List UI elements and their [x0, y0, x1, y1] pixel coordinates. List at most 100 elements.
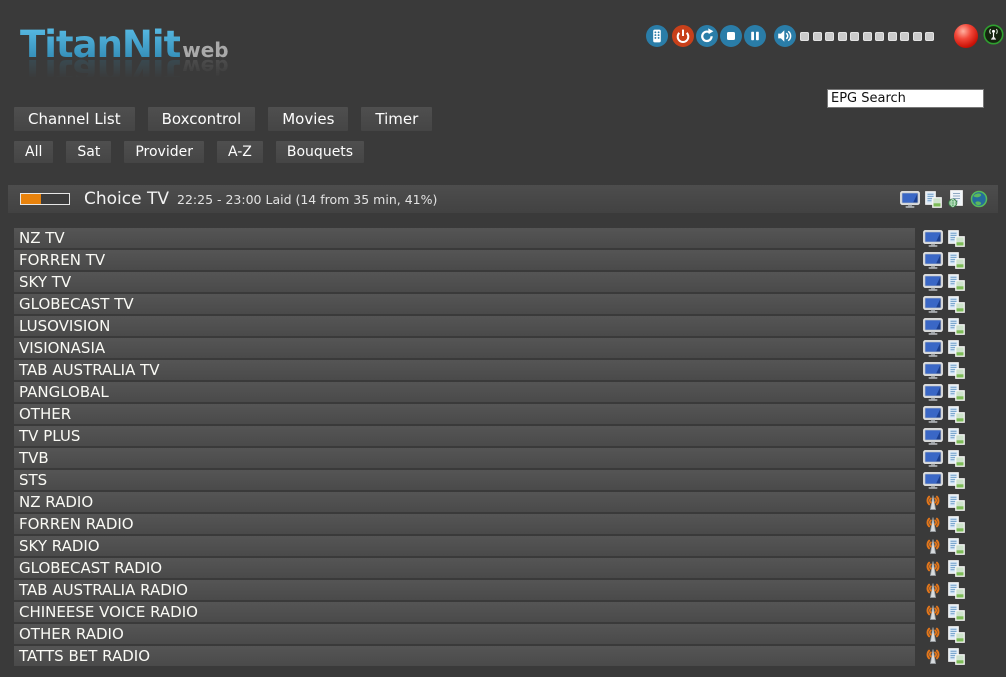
volume-segment[interactable]	[800, 32, 809, 41]
copy-icon[interactable]	[948, 604, 965, 621]
channel-name[interactable]: OTHER RADIO	[14, 624, 915, 644]
tv-icon[interactable]	[923, 428, 943, 445]
copy-icon[interactable]	[948, 494, 965, 511]
volume-segment[interactable]	[913, 32, 922, 41]
copy-icon[interactable]	[948, 428, 965, 445]
volume-segment[interactable]	[850, 32, 859, 41]
copy-icon[interactable]	[948, 626, 965, 643]
filter-sat-button[interactable]: Sat	[66, 141, 111, 163]
antenna-status-icon	[983, 24, 1004, 49]
globe-icon[interactable]	[970, 190, 988, 208]
channel-name[interactable]: OTHER	[14, 404, 915, 424]
copy-icon[interactable]	[948, 406, 965, 423]
channel-row: NZ TV	[14, 228, 1006, 248]
volume-segment[interactable]	[900, 32, 909, 41]
channel-name[interactable]: TAB AUSTRALIA TV	[14, 360, 915, 380]
volume-segment[interactable]	[863, 32, 872, 41]
stop-icon[interactable]	[720, 25, 742, 47]
radio-icon[interactable]	[923, 626, 943, 643]
copy-icon[interactable]	[948, 516, 965, 533]
filter-all-button[interactable]: All	[14, 141, 53, 163]
copy-icon[interactable]	[948, 648, 965, 665]
volume-segment[interactable]	[888, 32, 897, 41]
channel-name[interactable]: TAB AUSTRALIA RADIO	[14, 580, 915, 600]
radio-icon[interactable]	[923, 516, 943, 533]
copy-icon[interactable]	[948, 560, 965, 577]
radio-icon[interactable]	[923, 648, 943, 665]
power-icon[interactable]	[672, 25, 694, 47]
nav-boxcontrol-button[interactable]: Boxcontrol	[148, 107, 256, 131]
tv-icon[interactable]	[923, 472, 943, 489]
tv-icon[interactable]	[923, 318, 943, 335]
tv-icon[interactable]	[923, 252, 943, 269]
channel-name[interactable]: FORREN TV	[14, 250, 915, 270]
tv-icon[interactable]	[923, 340, 943, 357]
progress-bar	[20, 193, 70, 205]
copy-icon[interactable]	[948, 362, 965, 379]
channel-name[interactable]: VISIONASIA	[14, 338, 915, 358]
speaker-icon[interactable]	[774, 25, 796, 47]
copy-icon[interactable]	[948, 296, 965, 313]
channel-name[interactable]: PANGLOBAL	[14, 382, 915, 402]
volume-segment[interactable]	[838, 32, 847, 41]
volume-segment[interactable]	[813, 32, 822, 41]
nav-timer-button[interactable]: Timer	[361, 107, 432, 131]
tv-icon[interactable]	[923, 384, 943, 401]
channel-name[interactable]: TATTS BET RADIO	[14, 646, 915, 666]
filter-bouquets-button[interactable]: Bouquets	[276, 141, 364, 163]
pause-icon[interactable]	[744, 25, 766, 47]
channel-name[interactable]: SKY RADIO	[14, 536, 915, 556]
copy-icon[interactable]	[948, 318, 965, 335]
channel-name[interactable]: GLOBECAST TV	[14, 294, 915, 314]
channel-row: TAB AUSTRALIA TV	[14, 360, 1006, 380]
epg-page-icon[interactable]	[947, 190, 965, 208]
channel-name[interactable]: FORREN RADIO	[14, 514, 915, 534]
radio-icon[interactable]	[923, 582, 943, 599]
radio-icon[interactable]	[923, 560, 943, 577]
copy-icon[interactable]	[948, 450, 965, 467]
copy-icon[interactable]	[948, 384, 965, 401]
channel-name[interactable]: TVB	[14, 448, 915, 468]
volume-segment[interactable]	[875, 32, 884, 41]
copy-icon[interactable]	[948, 340, 965, 357]
copy-icon[interactable]	[948, 252, 965, 269]
copy-icon[interactable]	[948, 538, 965, 555]
top-control-strip	[646, 23, 1004, 49]
channel-name[interactable]: CHINEESE VOICE RADIO	[14, 602, 915, 622]
channel-name[interactable]: STS	[14, 470, 915, 490]
radio-icon[interactable]	[923, 494, 943, 511]
channel-list: NZ TV	[14, 228, 1006, 668]
nav-movies-button[interactable]: Movies	[268, 107, 348, 131]
channel-name[interactable]: TV PLUS	[14, 426, 915, 446]
remote-icon[interactable]	[646, 25, 668, 47]
channel-name[interactable]: GLOBECAST RADIO	[14, 558, 915, 578]
tv-icon[interactable]	[923, 230, 943, 247]
radio-icon[interactable]	[923, 604, 943, 621]
filter-az-button[interactable]: A-Z	[217, 141, 263, 163]
channel-name[interactable]: LUSOVISION	[14, 316, 915, 336]
tv-icon[interactable]	[923, 362, 943, 379]
epg-search-input[interactable]	[827, 89, 984, 108]
channel-name[interactable]: SKY TV	[14, 272, 915, 292]
restart-icon[interactable]	[696, 25, 718, 47]
volume-bar[interactable]	[800, 32, 938, 41]
copy-icon[interactable]	[948, 230, 965, 247]
tv-icon[interactable]	[923, 296, 943, 313]
radio-icon[interactable]	[923, 538, 943, 555]
channel-name[interactable]: NZ TV	[14, 228, 915, 248]
copy-icon[interactable]	[948, 472, 965, 489]
tv-icon[interactable]	[923, 450, 943, 467]
copy-icon[interactable]	[948, 274, 965, 291]
channel-name[interactable]: NZ RADIO	[14, 492, 915, 512]
copy-icon[interactable]	[948, 582, 965, 599]
volume-segment[interactable]	[825, 32, 834, 41]
channel-row: LUSOVISION	[14, 316, 1006, 336]
tv-icon[interactable]	[923, 274, 943, 291]
nav-channel-list-button[interactable]: Channel List	[14, 107, 135, 131]
tv-icon[interactable]	[923, 406, 943, 423]
volume-segment[interactable]	[925, 32, 934, 41]
channel-row: OTHER	[14, 404, 1006, 424]
screen-icon[interactable]	[900, 191, 920, 208]
filter-provider-button[interactable]: Provider	[124, 141, 204, 163]
copy-icon[interactable]	[925, 191, 942, 208]
